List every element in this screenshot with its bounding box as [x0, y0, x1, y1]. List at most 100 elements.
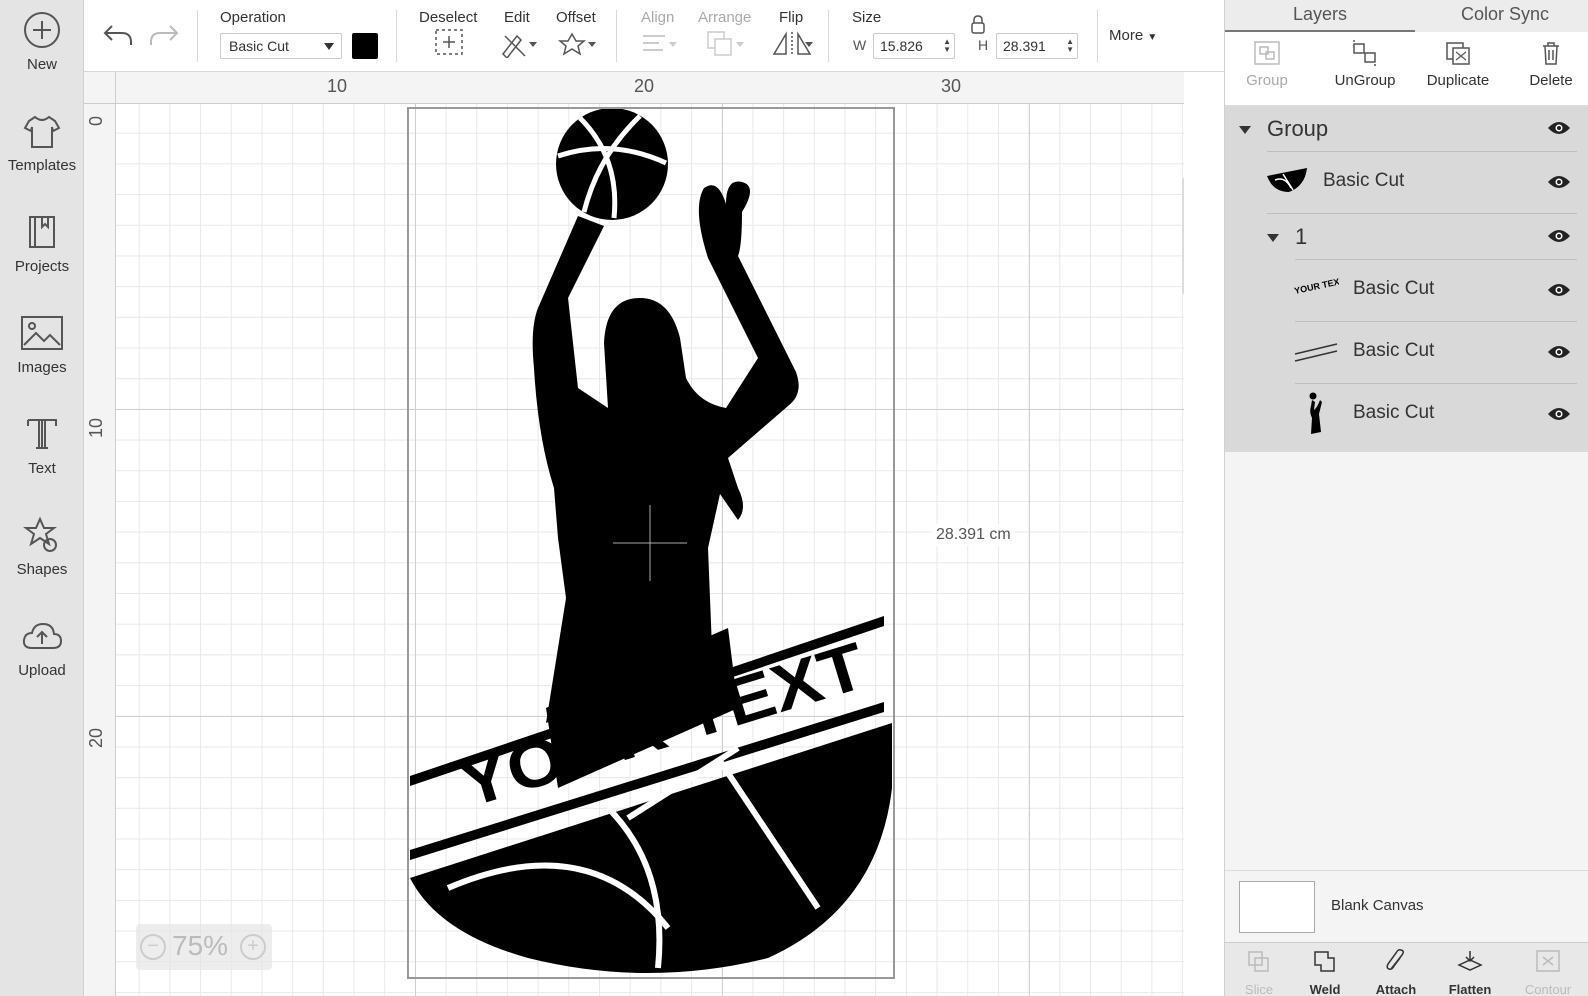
divider	[828, 10, 829, 62]
ruler-tick-label: 30	[941, 76, 962, 96]
layer-name: 1	[1295, 224, 1308, 249]
more-label: More	[1109, 27, 1144, 44]
redo-icon[interactable]	[148, 20, 180, 48]
tab-color-sync[interactable]: Color Sync	[1461, 4, 1549, 25]
stepper-icon[interactable]: ▲ ▼	[943, 38, 951, 54]
layer-thumbnail	[1294, 343, 1338, 362]
width-input[interactable]: 15.826 ▲ ▼	[873, 33, 955, 59]
sidebar-item-projects[interactable]: Projects	[0, 202, 84, 292]
sidebar-item-text[interactable]: Text	[0, 404, 84, 494]
blank-canvas-row[interactable]: Blank Canvas	[1225, 870, 1588, 940]
eye-icon[interactable]	[1547, 344, 1571, 360]
offset-icon[interactable]	[558, 30, 598, 58]
contour-label: Contour	[1524, 982, 1572, 996]
operation-color-swatch[interactable]	[352, 33, 378, 59]
operation-select[interactable]: Basic Cut	[220, 33, 342, 59]
delete-button[interactable]: Delete	[1519, 32, 1583, 106]
layer-row[interactable]: Basic Cut	[1225, 152, 1588, 214]
sidebar-item-shapes[interactable]: Shapes	[0, 505, 84, 595]
more-button[interactable]: More ▼	[1109, 27, 1157, 44]
blank-canvas-label: Blank Canvas	[1331, 897, 1424, 914]
slice-button[interactable]: Slice	[1235, 949, 1283, 996]
divider	[1097, 10, 1098, 62]
height-label: H	[978, 37, 989, 53]
offset-label: Offset	[556, 9, 596, 26]
notebook-icon	[29, 216, 55, 248]
stepper-icon[interactable]: ▲ ▼	[1066, 38, 1074, 54]
canvas-area[interactable]: 10 20 30 0 10 20 YOUR TEXT 28.391 cm − 7…	[84, 72, 1184, 996]
flip-label: Flip	[779, 9, 804, 26]
width-value: 15.826	[880, 38, 923, 54]
layer-thumbnail: YOUR TEXT	[1293, 278, 1339, 296]
width-label: W	[853, 37, 867, 53]
attach-button[interactable]: Attach	[1363, 949, 1429, 996]
sidebar-item-label: Shapes	[16, 561, 68, 578]
eye-icon[interactable]	[1547, 174, 1571, 190]
arrange-label: Arrange	[698, 9, 752, 26]
zoom-in-button[interactable]: +	[240, 934, 266, 960]
delete-label: Delete	[1529, 72, 1573, 89]
align-icon	[643, 35, 677, 51]
sidebar-item-label: New	[26, 56, 57, 73]
eye-icon[interactable]	[1547, 120, 1571, 136]
flatten-button[interactable]: Flatten	[1435, 949, 1505, 996]
layer-row-subgroup[interactable]: 1	[1225, 214, 1588, 260]
layer-row-group[interactable]: Group	[1225, 106, 1588, 152]
weld-button[interactable]: Weld	[1295, 949, 1355, 996]
slice-icon	[1248, 951, 1269, 972]
height-input[interactable]: 28.391 ▲ ▼	[996, 33, 1078, 59]
left-sidebar: New Templates Projects Images Text Shape…	[0, 0, 84, 996]
layer-name: Basic Cut	[1353, 340, 1435, 361]
layer-name: Basic Cut	[1353, 402, 1435, 423]
divider	[197, 10, 198, 62]
ruler-top: 10 20 30	[116, 72, 1184, 104]
arrange-icon	[707, 31, 744, 56]
collapse-triangle-icon[interactable]	[1239, 126, 1251, 134]
layers-panel: Layers Color Sync Group UnGroup Duplicat…	[1224, 0, 1588, 996]
weld-icon	[1314, 951, 1335, 972]
layers-list: Group Basic Cut 1 YOUR TEXT Basic Cut Ba…	[1225, 106, 1588, 452]
eye-icon[interactable]	[1547, 282, 1571, 298]
zoom-out-button[interactable]: −	[140, 934, 166, 960]
undo-icon[interactable]	[102, 20, 134, 48]
eye-icon[interactable]	[1547, 228, 1571, 244]
tshirt-icon	[23, 115, 61, 148]
collapse-triangle-icon[interactable]	[1267, 234, 1279, 242]
plus-circle-icon	[24, 12, 60, 48]
flip-icon[interactable]	[772, 30, 814, 58]
dimension-label: 28.391 cm	[932, 524, 1015, 546]
ruler-tick-label: 20	[86, 727, 106, 748]
edit-tools-icon[interactable]	[499, 30, 539, 58]
contour-icon	[1536, 950, 1560, 972]
sidebar-item-templates[interactable]: Templates	[0, 101, 84, 191]
deselect-icon[interactable]	[434, 28, 464, 56]
sidebar-item-label: Templates	[7, 157, 77, 174]
sidebar-item-upload[interactable]: Upload	[0, 606, 84, 696]
layer-row[interactable]: YOUR TEXT Basic Cut	[1225, 260, 1588, 322]
flatten-label: Flatten	[1448, 982, 1492, 996]
sidebar-item-label: Text	[28, 460, 56, 477]
shapes-icon	[23, 516, 57, 552]
sidebar-item-images[interactable]: Images	[0, 303, 84, 393]
image-icon	[21, 316, 63, 350]
layer-row[interactable]: Basic Cut	[1225, 384, 1588, 446]
ungroup-icon	[1353, 40, 1376, 66]
duplicate-label: Duplicate	[1426, 72, 1490, 89]
ungroup-button[interactable]: UnGroup	[1323, 32, 1407, 106]
group-icon	[1254, 41, 1280, 65]
ruler-tick-label: 10	[86, 417, 106, 438]
eye-icon[interactable]	[1547, 406, 1571, 422]
sidebar-item-new[interactable]: New	[0, 0, 84, 90]
attach-label: Attach	[1375, 982, 1417, 996]
group-button[interactable]: Group	[1235, 32, 1299, 106]
vertical-scrollbar[interactable]	[1182, 178, 1184, 294]
contour-button[interactable]: Contour	[1515, 949, 1581, 996]
duplicate-button[interactable]: Duplicate	[1413, 32, 1503, 106]
tab-layers[interactable]: Layers	[1293, 4, 1347, 25]
layer-row[interactable]: Basic Cut	[1225, 322, 1588, 384]
canvas-swatch[interactable]	[1239, 881, 1315, 933]
sidebar-item-label: Images	[17, 359, 67, 376]
app: New Templates Projects Images Text Shape…	[0, 0, 1588, 996]
layer-thumbnail	[1309, 392, 1322, 434]
lock-icon[interactable]	[968, 14, 988, 36]
